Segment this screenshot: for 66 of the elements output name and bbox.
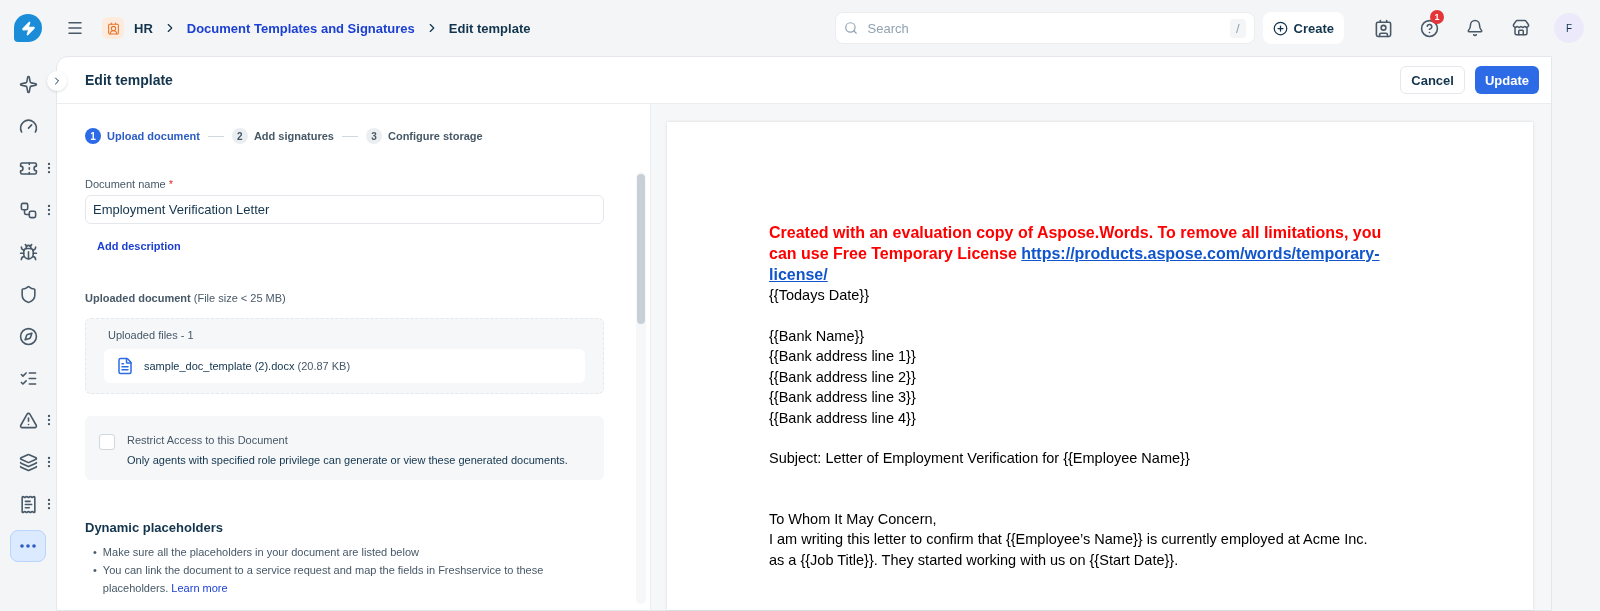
more-icon [20, 544, 36, 548]
learn-more-link[interactable]: Learn more [171, 582, 228, 594]
shortcut-key: / [1229, 18, 1246, 38]
plus-icon [1272, 20, 1288, 36]
receipt-icon [18, 494, 38, 514]
breadcrumb-item: Edit template [448, 20, 531, 36]
bug-icon [18, 242, 38, 262]
menu-icon [66, 19, 84, 37]
checkbox-label: Restrict Access to this Document [127, 434, 289, 448]
document-text: To Whom It May Concern, [769, 509, 938, 529]
cancel-button[interactable]: Cancel [1400, 66, 1465, 94]
document-text: I am writing this letter to confirm that {{Employee’s Name}} is currently employed at Acme Inc. as a {{Job Title}}. They started working with us on {{Start Date}}. [769, 530, 1369, 570]
hint-text: Only agents with specified role privilege can generate or view these generated documents. [127, 454, 569, 466]
page-title: Edit template [85, 72, 174, 88]
bell-icon [1466, 19, 1484, 37]
workflow-icon [18, 200, 38, 220]
shield-icon [18, 284, 38, 304]
search-icon [843, 21, 858, 35]
field-label: Document name * [85, 178, 175, 190]
add-description-link[interactable]: Add description [89, 236, 189, 256]
contact-card-icon [1373, 18, 1393, 38]
stepper-step[interactable]: 2 Add signatures [231, 128, 334, 144]
store-icon [1512, 19, 1530, 37]
license-link[interactable]: license/ [769, 266, 828, 283]
layers-icon [18, 452, 38, 472]
update-button[interactable]: Update [1474, 66, 1539, 94]
bullet-mark: • [93, 545, 97, 560]
notification-badge: 1 [1430, 10, 1444, 24]
document-text: {{Bank address line 2}} [769, 367, 917, 387]
stepper-step[interactable]: 1 Upload document [85, 128, 200, 144]
bullet-text: You can link the document to a service request and map the fields in Freshservice to these placeholders. Learn more [102, 563, 545, 596]
document-text: Subject: Letter of Employment Verification for {{Employee Name}} [769, 449, 1191, 468]
breadcrumb-item[interactable]: HR [134, 20, 153, 36]
sparkle-icon [18, 74, 38, 94]
bullet-mark: • [93, 563, 97, 578]
warning-icon [18, 410, 38, 430]
checkbox[interactable] [99, 434, 115, 450]
create-button[interactable]: Create [1262, 12, 1344, 44]
compass-icon [18, 326, 38, 346]
document-text: {{Bank address line 3}} [769, 388, 917, 407]
document-text: {{Bank address line 4}} [769, 408, 917, 428]
contact-card-icon [102, 17, 124, 39]
bullet-text: Make sure all the placeholders in your document are listed below [102, 545, 419, 560]
sidebar-button[interactable] [10, 530, 46, 562]
section-title: Dynamic placeholders [85, 520, 224, 535]
expand-button[interactable] [47, 71, 67, 91]
search-field[interactable]: Search [865, 19, 1222, 37]
field-label: Uploaded document (File size < 25 MB) [85, 292, 287, 304]
document-name-field[interactable]: Employment Verification Letter [85, 195, 604, 224]
help-icon [1419, 18, 1439, 38]
user-avatar[interactable]: F [1554, 13, 1584, 43]
scrollbar[interactable] [636, 172, 646, 604]
help-button[interactable]: 1 [1410, 12, 1448, 44]
evaluation-notice: Created with an evaluation copy of Aspose.Words. To remove all limitations, you can use Free Temporary License https://products.aspose.com/words/temporary- license/ [769, 223, 1383, 285]
file-item[interactable]: sample_doc_template (2).docx (20.87 KB) [104, 349, 585, 383]
document-text: {{Bank Name}} [769, 326, 866, 346]
document-icon [116, 357, 134, 375]
license-link[interactable]: https://products.aspose.com/words/temporary- [1021, 245, 1380, 262]
document-text: {{Bank address line 1}} [769, 347, 917, 366]
uploaded-count: Uploaded files - 1 [107, 329, 195, 341]
stepper-step[interactable]: 3 Configure storage [365, 128, 483, 144]
breadcrumb-link[interactable]: Document Templates and Signatures [186, 20, 415, 36]
gauge-icon [18, 116, 38, 136]
document-text: {{Todays Date}} [769, 286, 870, 305]
app-logo[interactable] [14, 14, 42, 42]
required-mark: * [167, 178, 174, 190]
